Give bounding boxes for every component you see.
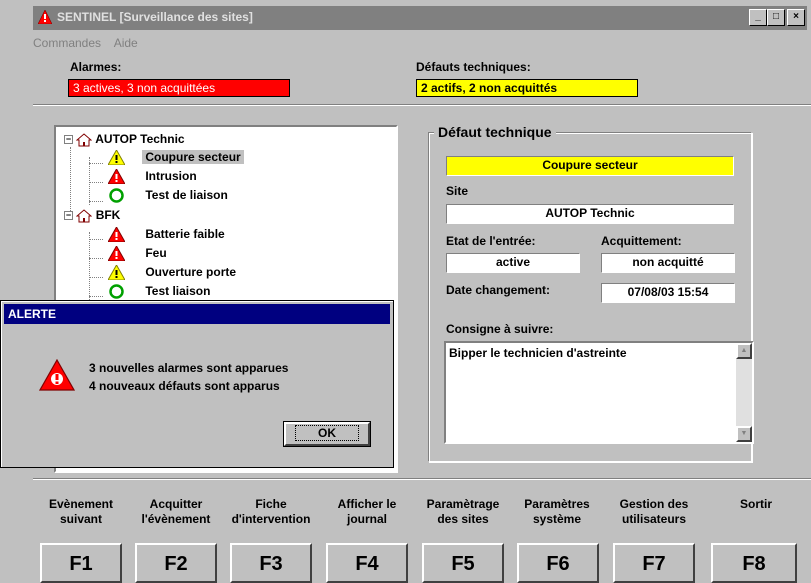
etat-label: Etat de l'entrée: (446, 234, 536, 248)
minimize-button[interactable]: _ (749, 9, 767, 26)
consigne-label: Consigne à suivre: (446, 322, 554, 336)
alert-dialog: ALERTE 3 nouvelles alarmes sont apparues… (0, 300, 394, 468)
ok-green-circle-icon (109, 188, 124, 204)
defauts-status: 2 actifs, 2 non acquittés (416, 79, 638, 97)
f6-label: Paramètres système (524, 497, 590, 526)
f4-label: Afficher le journal (337, 497, 397, 526)
scrollbar[interactable]: ▲ ▼ (736, 343, 752, 442)
site-name: BFK (95, 208, 121, 222)
tree-item-ouverture[interactable]: Ouverture porte (107, 263, 237, 281)
item-label: Coupure secteur (142, 150, 244, 164)
maximize-button[interactable]: □ (767, 9, 785, 26)
item-label: Intrusion (145, 169, 197, 183)
scroll-down-icon[interactable]: ▼ (736, 426, 752, 442)
warning-yellow-icon (107, 264, 126, 281)
collapse-icon[interactable]: − (64, 135, 73, 145)
f7-button[interactable]: F7 (613, 543, 695, 583)
ok-button[interactable]: OK (283, 421, 371, 447)
consigne-text: Bipper le technicien d'astreinte (449, 346, 627, 360)
site-label: Site (446, 184, 469, 198)
f5-button[interactable]: F5 (422, 543, 504, 583)
f4-button[interactable]: F4 (326, 543, 408, 583)
house-icon (75, 133, 93, 147)
consigne-textarea[interactable]: Bipper le technicien d'astreinte ▲ ▼ (444, 341, 754, 444)
item-label: Feu (145, 246, 167, 260)
f7-label: Gestion des utilisateurs (619, 497, 689, 526)
menu-commandes[interactable]: Commandes (33, 36, 101, 50)
item-label: Test de liaison (145, 188, 228, 202)
site-name: AUTOP Technic (95, 132, 185, 146)
tree-item-test-liaison[interactable]: Test de liaison (108, 186, 228, 204)
dialog-line1: 3 nouvelles alarmes sont apparues (89, 361, 289, 375)
alarm-red-icon (107, 168, 126, 185)
item-label: Ouverture porte (145, 265, 237, 279)
divider-bottom (33, 478, 811, 480)
tree-item-feu[interactable]: Feu (107, 244, 167, 262)
f8-label: Sortir (739, 497, 772, 511)
etat-field: active (446, 253, 580, 273)
date-label: Date changement: (446, 283, 551, 297)
tree-site-bfk[interactable]: − BFK (64, 206, 120, 224)
f1-label: Evènement suivant (48, 497, 114, 526)
collapse-icon[interactable]: − (64, 211, 73, 221)
tree-item-test-liaison-2[interactable]: Test liaison (108, 282, 210, 300)
f3-button[interactable]: F3 (230, 543, 312, 583)
warning-yellow-icon (107, 149, 126, 166)
f3-label: Fiche d'intervention (231, 497, 311, 526)
f1-button[interactable]: F1 (40, 543, 122, 583)
tree-item-coupure[interactable]: Coupure secteur (107, 148, 244, 166)
scroll-up-icon[interactable]: ▲ (736, 343, 752, 359)
alarmes-label: Alarmes: (70, 60, 122, 74)
group-title: Défaut technique (434, 124, 556, 140)
date-field: 07/08/03 15:54 (601, 283, 735, 303)
tree-item-intrusion[interactable]: Intrusion (107, 167, 197, 185)
tree-site-autop[interactable]: − AUTOP Technic (64, 130, 185, 148)
alert-warning-icon (39, 359, 75, 391)
tree-item-batterie[interactable]: Batterie faible (107, 225, 225, 243)
f2-label: Acquitter l'évènement (141, 497, 211, 526)
item-label: Batterie faible (145, 227, 225, 241)
acquittement-field: non acquitté (601, 253, 735, 273)
menu-bar: Commandes Aide (33, 36, 333, 52)
f8-button[interactable]: F8 (711, 543, 797, 583)
item-label: Test liaison (145, 284, 211, 298)
alarmes-status: 3 actives, 3 non acquittées (68, 79, 290, 97)
site-field: AUTOP Technic (446, 204, 734, 224)
f2-button[interactable]: F2 (135, 543, 217, 583)
defauts-label: Défauts techniques: (416, 60, 531, 74)
f6-button[interactable]: F6 (517, 543, 599, 583)
close-button[interactable]: × (787, 9, 805, 26)
alarm-red-icon (107, 245, 126, 262)
f5-label: Paramètrage des sites (426, 497, 500, 526)
dialog-title: ALERTE (4, 304, 390, 324)
dialog-line2: 4 nouveaux défauts sont apparus (89, 379, 280, 393)
window-title: SENTINEL [Surveillance des sites] (57, 10, 253, 24)
acquittement-label: Acquittement: (601, 234, 682, 248)
app-alarm-icon (38, 10, 52, 24)
alarm-red-icon (107, 226, 126, 243)
ok-label: OK (295, 425, 359, 441)
ok-green-circle-icon (109, 284, 124, 300)
menu-aide[interactable]: Aide (114, 36, 138, 50)
title-bar: SENTINEL [Surveillance des sites] _ □ × (33, 6, 807, 30)
divider (33, 104, 811, 106)
house-icon (75, 209, 93, 223)
defaut-name-field: Coupure secteur (446, 156, 734, 176)
